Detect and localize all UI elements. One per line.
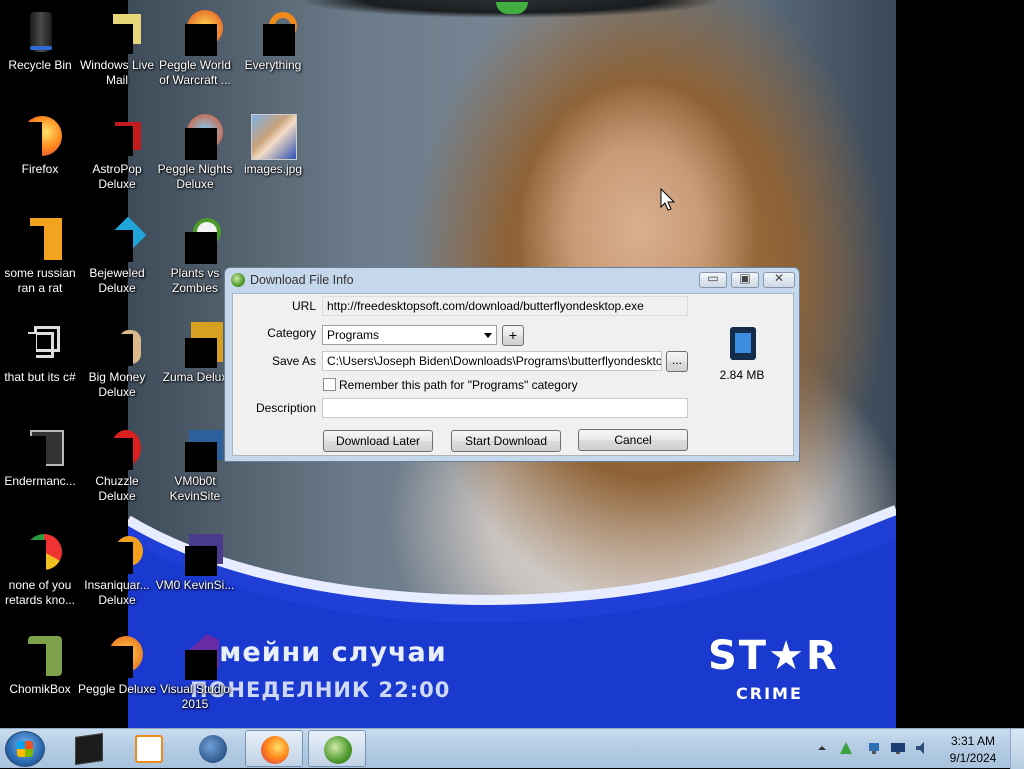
restore-button[interactable]: ▣ (731, 271, 759, 288)
desktop-icon-endermanch[interactable]: Endermanc... (0, 418, 80, 518)
save-as-field[interactable]: C:\Users\Joseph Biden\Downloads\Programs… (322, 351, 662, 371)
desktop-icon-peggle-nights[interactable]: Peggle Nights Deluxe (155, 106, 235, 206)
remember-path-label: Remember this path for "Programs" catego… (339, 378, 578, 392)
volume-icon[interactable] (914, 740, 930, 756)
desktop-icon-insaniquarium[interactable]: Insaniquar... Deluxe (77, 522, 157, 622)
url-label: URL (291, 299, 316, 313)
recycle-bin-icon (16, 8, 64, 56)
desktop-icon-some-russian[interactable]: some russian ran a rat (0, 210, 80, 310)
category-label: Category (267, 326, 316, 340)
chuzzle-icon (93, 424, 141, 472)
idm-tray-icon[interactable] (838, 740, 854, 756)
terminal-icon (75, 733, 103, 765)
globe-icon (199, 735, 227, 763)
dialog-title-bar[interactable]: Download File Info ▭ ▣ ✕ (225, 268, 799, 292)
remember-path-checkbox[interactable] (323, 378, 336, 391)
fish-icon (93, 528, 143, 576)
big-money-icon (93, 320, 141, 368)
chevron-down-icon (484, 333, 492, 338)
category-selected: Programs (327, 328, 380, 342)
peggle-icon (171, 8, 223, 56)
description-label: Description (255, 401, 316, 415)
network-icon[interactable] (866, 740, 882, 756)
vm-icon (171, 528, 223, 576)
desktop-icon-peggle-wow[interactable]: Peggle World of Warcraft ... (155, 2, 235, 102)
desktop-icon-everything[interactable]: Everything (233, 2, 313, 102)
peggle-icon (171, 112, 223, 160)
desktop-icon-plants-vs-zombies[interactable]: Plants vs Zombies (155, 210, 235, 310)
gem-icon (93, 216, 147, 264)
desktop-icon-vm0b0t[interactable]: VM0b0t KevinSite (155, 418, 235, 518)
image-file-icon (249, 112, 297, 160)
desktop-icon-images-jpg[interactable]: images.jpg (233, 106, 313, 206)
browse-button[interactable]: ... (666, 351, 688, 372)
copy-icon (16, 320, 64, 368)
vm-icon (171, 424, 223, 472)
desktop-icon-peggle-deluxe[interactable]: Peggle Deluxe (77, 626, 157, 726)
desktop-icon-recycle-bin[interactable]: Recycle Bin (0, 2, 80, 102)
zuma-icon (171, 320, 223, 368)
file-size: 2.84 MB (719, 368, 765, 382)
start-button[interactable] (5, 731, 45, 767)
desktop-icon-bejeweled[interactable]: Bejeweled Deluxe (77, 210, 157, 310)
media-player-icon (135, 735, 163, 763)
system-tray (812, 737, 942, 759)
search-icon (249, 8, 297, 56)
desktop-icon-that-but-its-csharp[interactable]: that but its c# (0, 314, 80, 414)
idm-globe-icon (231, 273, 245, 287)
wallpaper-tagline: емейни случаи (200, 637, 447, 668)
clock-date[interactable]: 9/1/2024 (946, 751, 1000, 765)
document-icon (16, 216, 64, 264)
windows-logo-icon (17, 741, 33, 757)
close-icon: ✕ (773, 271, 785, 285)
category-dropdown[interactable]: Programs (322, 325, 497, 345)
taskbar-item-firefox[interactable] (245, 730, 303, 767)
wallpaper-logo-sub: CRIME (736, 684, 803, 703)
taskbar-item-media-player[interactable] (120, 730, 178, 767)
clock-time[interactable]: 3:31 AM (946, 734, 1000, 748)
desktop-icon-big-money[interactable]: Big Money Deluxe (77, 314, 157, 414)
close-button[interactable]: ✕ (763, 271, 795, 288)
desktop-icon-astropop[interactable]: AstroPop Deluxe (77, 106, 157, 206)
taskbar-item-terminal[interactable] (60, 730, 118, 767)
firefox-icon (16, 112, 64, 160)
chrome-icon (16, 528, 64, 576)
show-desktop-button[interactable] (1010, 729, 1024, 769)
desktop-icon-visual-studio[interactable]: Visual Studio 2015 (155, 626, 235, 726)
desktop-icon-chomikbox[interactable]: ChomikBox (0, 626, 80, 726)
desktop-icon-vm0-kevinsite[interactable]: VM0 KevinSi... (155, 522, 235, 622)
firefox-icon (261, 736, 289, 764)
taskbar: 3:31 AM 9/1/2024 (0, 728, 1024, 769)
desktop-icon-chuzzle[interactable]: Chuzzle Deluxe (77, 418, 157, 518)
add-category-button[interactable]: + (502, 325, 524, 346)
desktop-icon-firefox[interactable]: Firefox (0, 106, 80, 206)
restore-icon: ▣ (739, 271, 751, 285)
dialog-title: Download File Info (250, 273, 354, 287)
display-icon[interactable] (890, 740, 906, 756)
save-as-label: Save As (271, 354, 316, 368)
visual-studio-icon (171, 632, 219, 680)
description-field[interactable] (322, 398, 688, 418)
download-later-button[interactable]: Download Later (323, 430, 433, 452)
start-download-button[interactable]: Start Download (451, 430, 561, 452)
cancel-button[interactable]: Cancel (578, 429, 688, 451)
application-icon (16, 424, 64, 472)
url-field[interactable]: http://freedesktopsoft.com/download/butt… (322, 296, 688, 316)
taskbar-item-globe[interactable] (184, 730, 242, 767)
desktop-icon-zuma[interactable]: Zuma Delux (155, 314, 235, 414)
astropop-icon (93, 112, 141, 160)
peggle-icon (93, 632, 143, 680)
plant-icon (171, 216, 221, 264)
file-type-icon (730, 327, 756, 360)
show-hidden-icons-icon[interactable] (814, 740, 830, 756)
mail-icon (93, 8, 141, 56)
desktop-icon-none-of-you[interactable]: none of you retards kno... (0, 522, 80, 622)
download-manager-icon (324, 736, 352, 764)
chomikbox-icon (16, 632, 64, 680)
taskbar-item-download-manager[interactable] (308, 730, 366, 767)
wallpaper-logo: ST★R (708, 633, 839, 679)
minimize-icon: ▭ (707, 271, 719, 285)
desktop-icon-windows-live-mail[interactable]: Windows Live Mail (77, 2, 157, 102)
minimize-button[interactable]: ▭ (699, 271, 727, 288)
